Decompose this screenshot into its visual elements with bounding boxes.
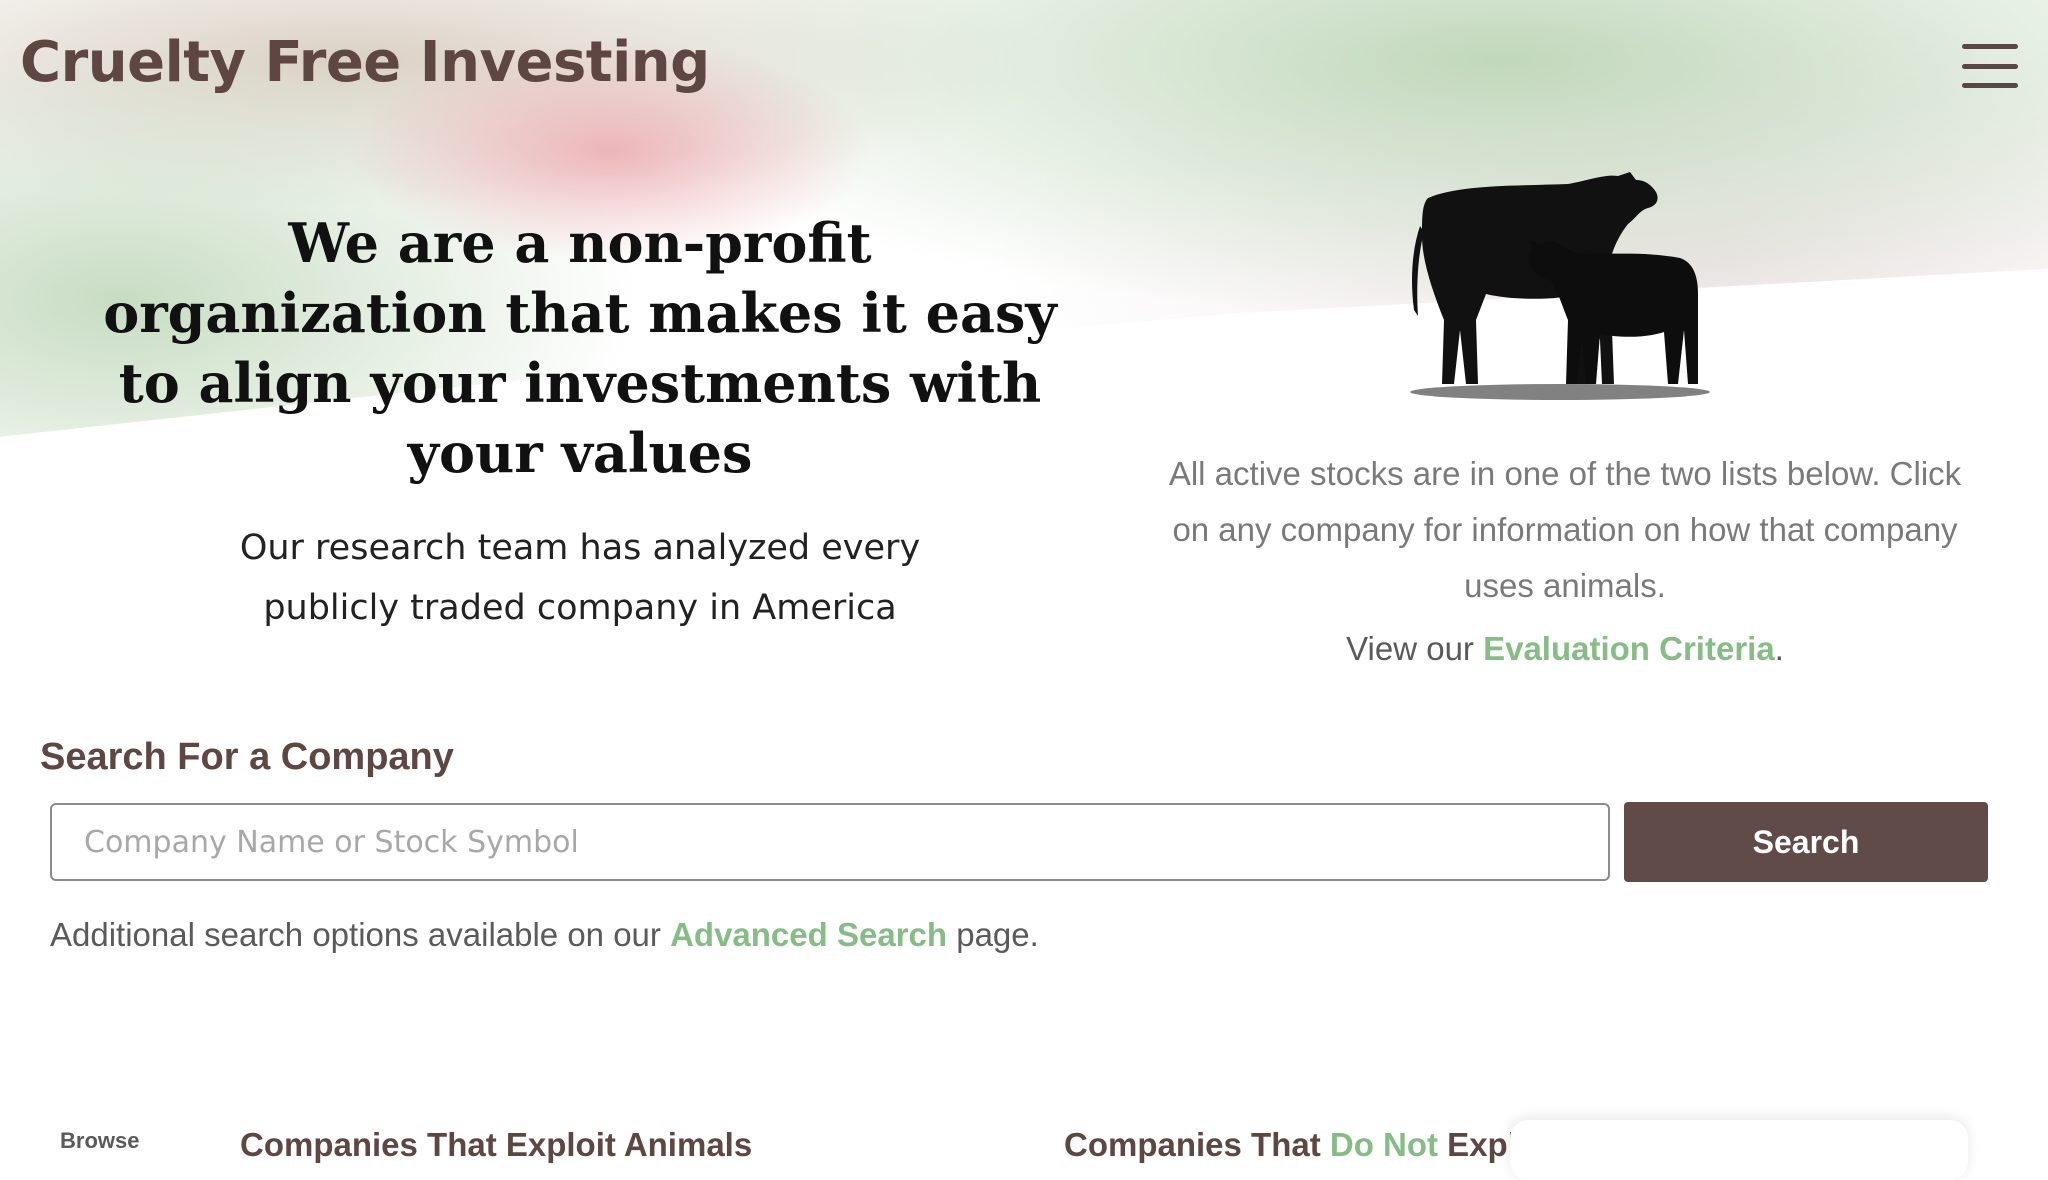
exploit-list-heading[interactable]: Companies That Exploit Animals [240,1126,752,1164]
criteria-suffix: . [1774,630,1784,667]
ground-shadow [1410,384,1710,400]
advanced-search-line: Additional search options available on o… [50,916,1039,954]
company-search-input[interactable] [50,803,1610,881]
not-exploit-list-heading[interactable]: Companies That Do Not Exploi [1064,1126,1546,1164]
criteria-prefix: View our [1346,630,1484,667]
search-section-title: Search For a Company [40,736,454,778]
evaluation-criteria-line: View our Evaluation Criteria. [1160,630,1970,668]
not-exploit-highlight: Do Not [1329,1126,1439,1163]
hero-heading: We are a non-profit organization that ma… [103,211,1057,485]
menu-bar-bottom [1962,83,2018,88]
not-exploit-prefix: Companies That [1064,1126,1330,1163]
advanced-suffix: page. [947,916,1039,953]
lists-info-text: All active stocks are in one of the two … [1168,455,1962,604]
advanced-search-link[interactable]: Advanced Search [670,916,947,953]
advanced-prefix: Additional search options available on o… [50,916,671,953]
menu-bar-top [1962,44,2018,49]
menu-bar-middle [1962,63,2018,69]
browse-label: Browse [60,1128,140,1153]
floating-overlay-card [1510,1120,1968,1180]
hero-subheading: Our research team has analyzed every pub… [239,528,921,628]
site-title[interactable]: Cruelty Free Investing [20,30,710,95]
hamburger-menu-icon[interactable] [1962,44,2018,88]
evaluation-criteria-link[interactable]: Evaluation Criteria [1483,630,1775,667]
cow-and-calf-image [1410,172,1710,400]
search-button[interactable]: Search [1624,802,1988,882]
